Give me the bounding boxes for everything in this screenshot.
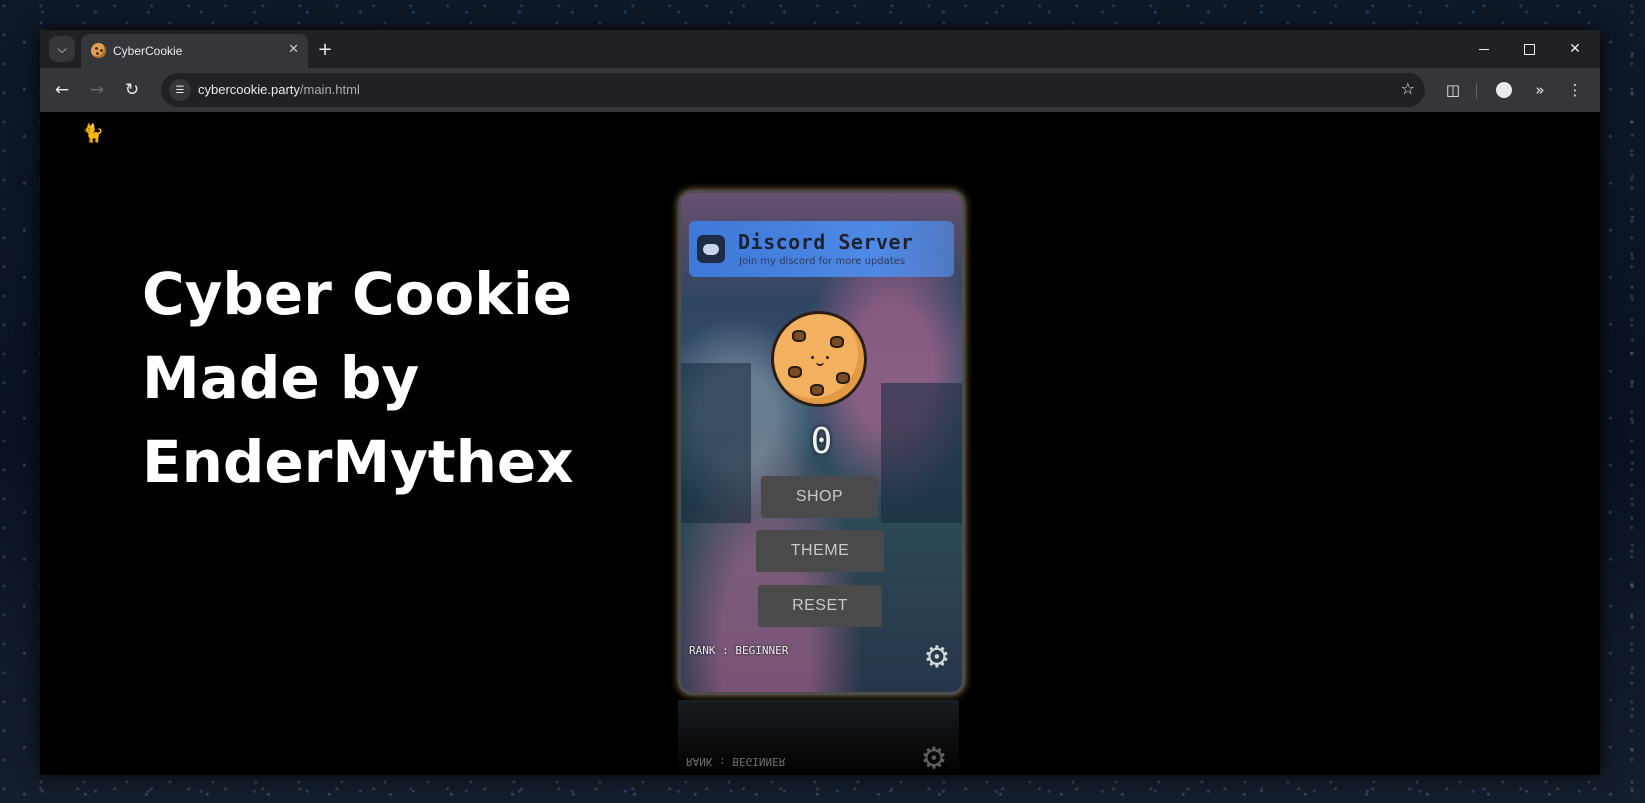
close-window-button[interactable]: ✕ <box>1557 36 1593 62</box>
headline-line-2: Made by <box>142 344 420 412</box>
kebab-menu-icon: ⋮ <box>1567 81 1583 99</box>
extensions-button[interactable]: ◫ <box>1441 78 1465 102</box>
gear-icon[interactable]: ⚙ <box>922 643 952 673</box>
chocolate-chip <box>788 366 802 378</box>
tab-search-button[interactable]: ⌵ <box>49 36 75 62</box>
double-chevron-icon: » <box>1535 81 1545 99</box>
tab-close-icon[interactable]: ✕ <box>288 42 299 57</box>
headline-line-3: EnderMythex <box>142 428 574 496</box>
tab-title: CyberCookie <box>113 44 183 58</box>
more-extensions-button[interactable]: » <box>1528 78 1552 102</box>
tab-cybercookie[interactable]: CyberCookie ✕ <box>81 34 308 68</box>
star-icon[interactable]: ☆ <box>1401 79 1415 98</box>
headline-line-1: Cyber Cookie <box>142 260 573 328</box>
maximize-button[interactable] <box>1511 36 1547 62</box>
chocolate-chip <box>830 336 844 348</box>
shop-button[interactable]: SHOP <box>761 476 878 518</box>
tune-icon: ☰ <box>175 84 185 96</box>
discord-title: Discord Server <box>738 230 914 254</box>
discord-banner[interactable]: Discord Server Join my discord for more … <box>689 221 954 277</box>
reset-button[interactable]: RESET <box>758 585 882 627</box>
panel-reflection: RANK : BEGINNER ⚙ <box>678 700 959 775</box>
plus-icon: + <box>317 38 333 60</box>
chocolate-chip <box>836 372 850 384</box>
reload-icon: ↻ <box>124 80 140 100</box>
cookie-favicon-icon <box>91 43 106 58</box>
profile-button[interactable] <box>1492 78 1516 102</box>
chevron-down-icon: ⌵ <box>57 41 67 56</box>
cookie-counter: 0 <box>810 421 833 462</box>
close-icon: ✕ <box>1569 41 1581 57</box>
page-content: 🐈 Cyber Cookie Made by EnderMythex Disco… <box>40 112 1600 775</box>
reload-button[interactable]: ↻ <box>120 78 144 102</box>
page-headline: Cyber Cookie Made by EnderMythex <box>142 252 574 504</box>
discord-icon <box>697 235 725 263</box>
reflection-gear-icon: ⚙ <box>920 739 948 774</box>
chocolate-chip <box>810 384 824 396</box>
browser-window: ⌵ CyberCookie ✕ + ✕ ← → ↻ ☰ cybercookie.… <box>40 30 1600 775</box>
cat-logo-icon: 🐈 <box>81 122 105 144</box>
minimize-button[interactable] <box>1466 36 1502 62</box>
chocolate-chip <box>792 330 806 342</box>
browser-toolbar: ← → ↻ ☰ cybercookie.party/main.html ☆ ◫ … <box>40 68 1600 112</box>
toolbar-divider <box>1476 83 1477 99</box>
arrow-right-icon: → <box>89 80 105 100</box>
site-info-button[interactable]: ☰ <box>169 79 191 101</box>
url-path: /main.html <box>299 82 360 97</box>
browser-menu-button[interactable]: ⋮ <box>1563 78 1587 102</box>
cookie-button[interactable] <box>771 311 867 407</box>
url-text[interactable]: cybercookie.party/main.html <box>198 82 360 97</box>
reflection-rank-label: RANK : BEGINNER <box>686 755 786 768</box>
puzzle-icon: ◫ <box>1445 81 1461 99</box>
forward-button[interactable]: → <box>85 78 109 102</box>
arrow-left-icon: ← <box>54 80 70 100</box>
url-host: cybercookie.party <box>198 82 300 97</box>
tab-strip: ⌵ CyberCookie ✕ + ✕ <box>40 30 1600 68</box>
back-button[interactable]: ← <box>50 78 74 102</box>
rank-label: RANK : BEGINNER <box>689 644 789 657</box>
theme-button[interactable]: THEME <box>756 530 884 572</box>
new-tab-button[interactable]: + <box>313 37 337 61</box>
address-bar[interactable]: ☰ cybercookie.party/main.html ☆ <box>161 73 1425 107</box>
game-panel: Discord Server Join my discord for more … <box>678 190 965 695</box>
discord-subtitle: Join my discord for more updates <box>739 256 906 267</box>
